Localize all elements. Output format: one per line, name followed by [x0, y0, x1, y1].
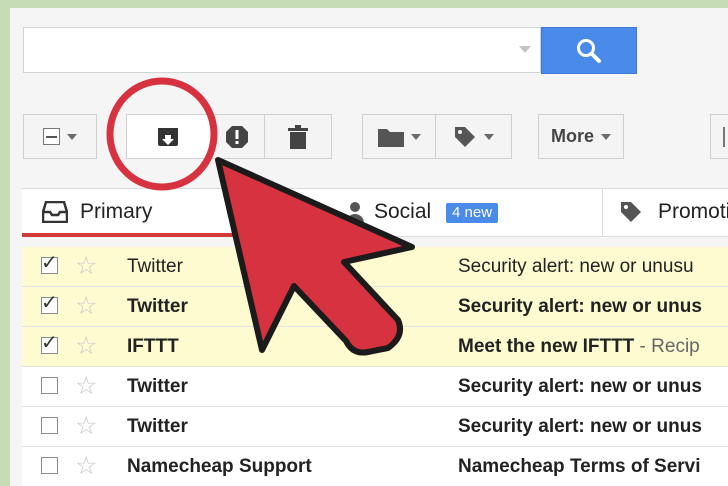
annotation-overlay — [106, 77, 415, 356]
highlight-circle — [106, 77, 218, 191]
pointer-arrow-icon — [215, 157, 415, 356]
